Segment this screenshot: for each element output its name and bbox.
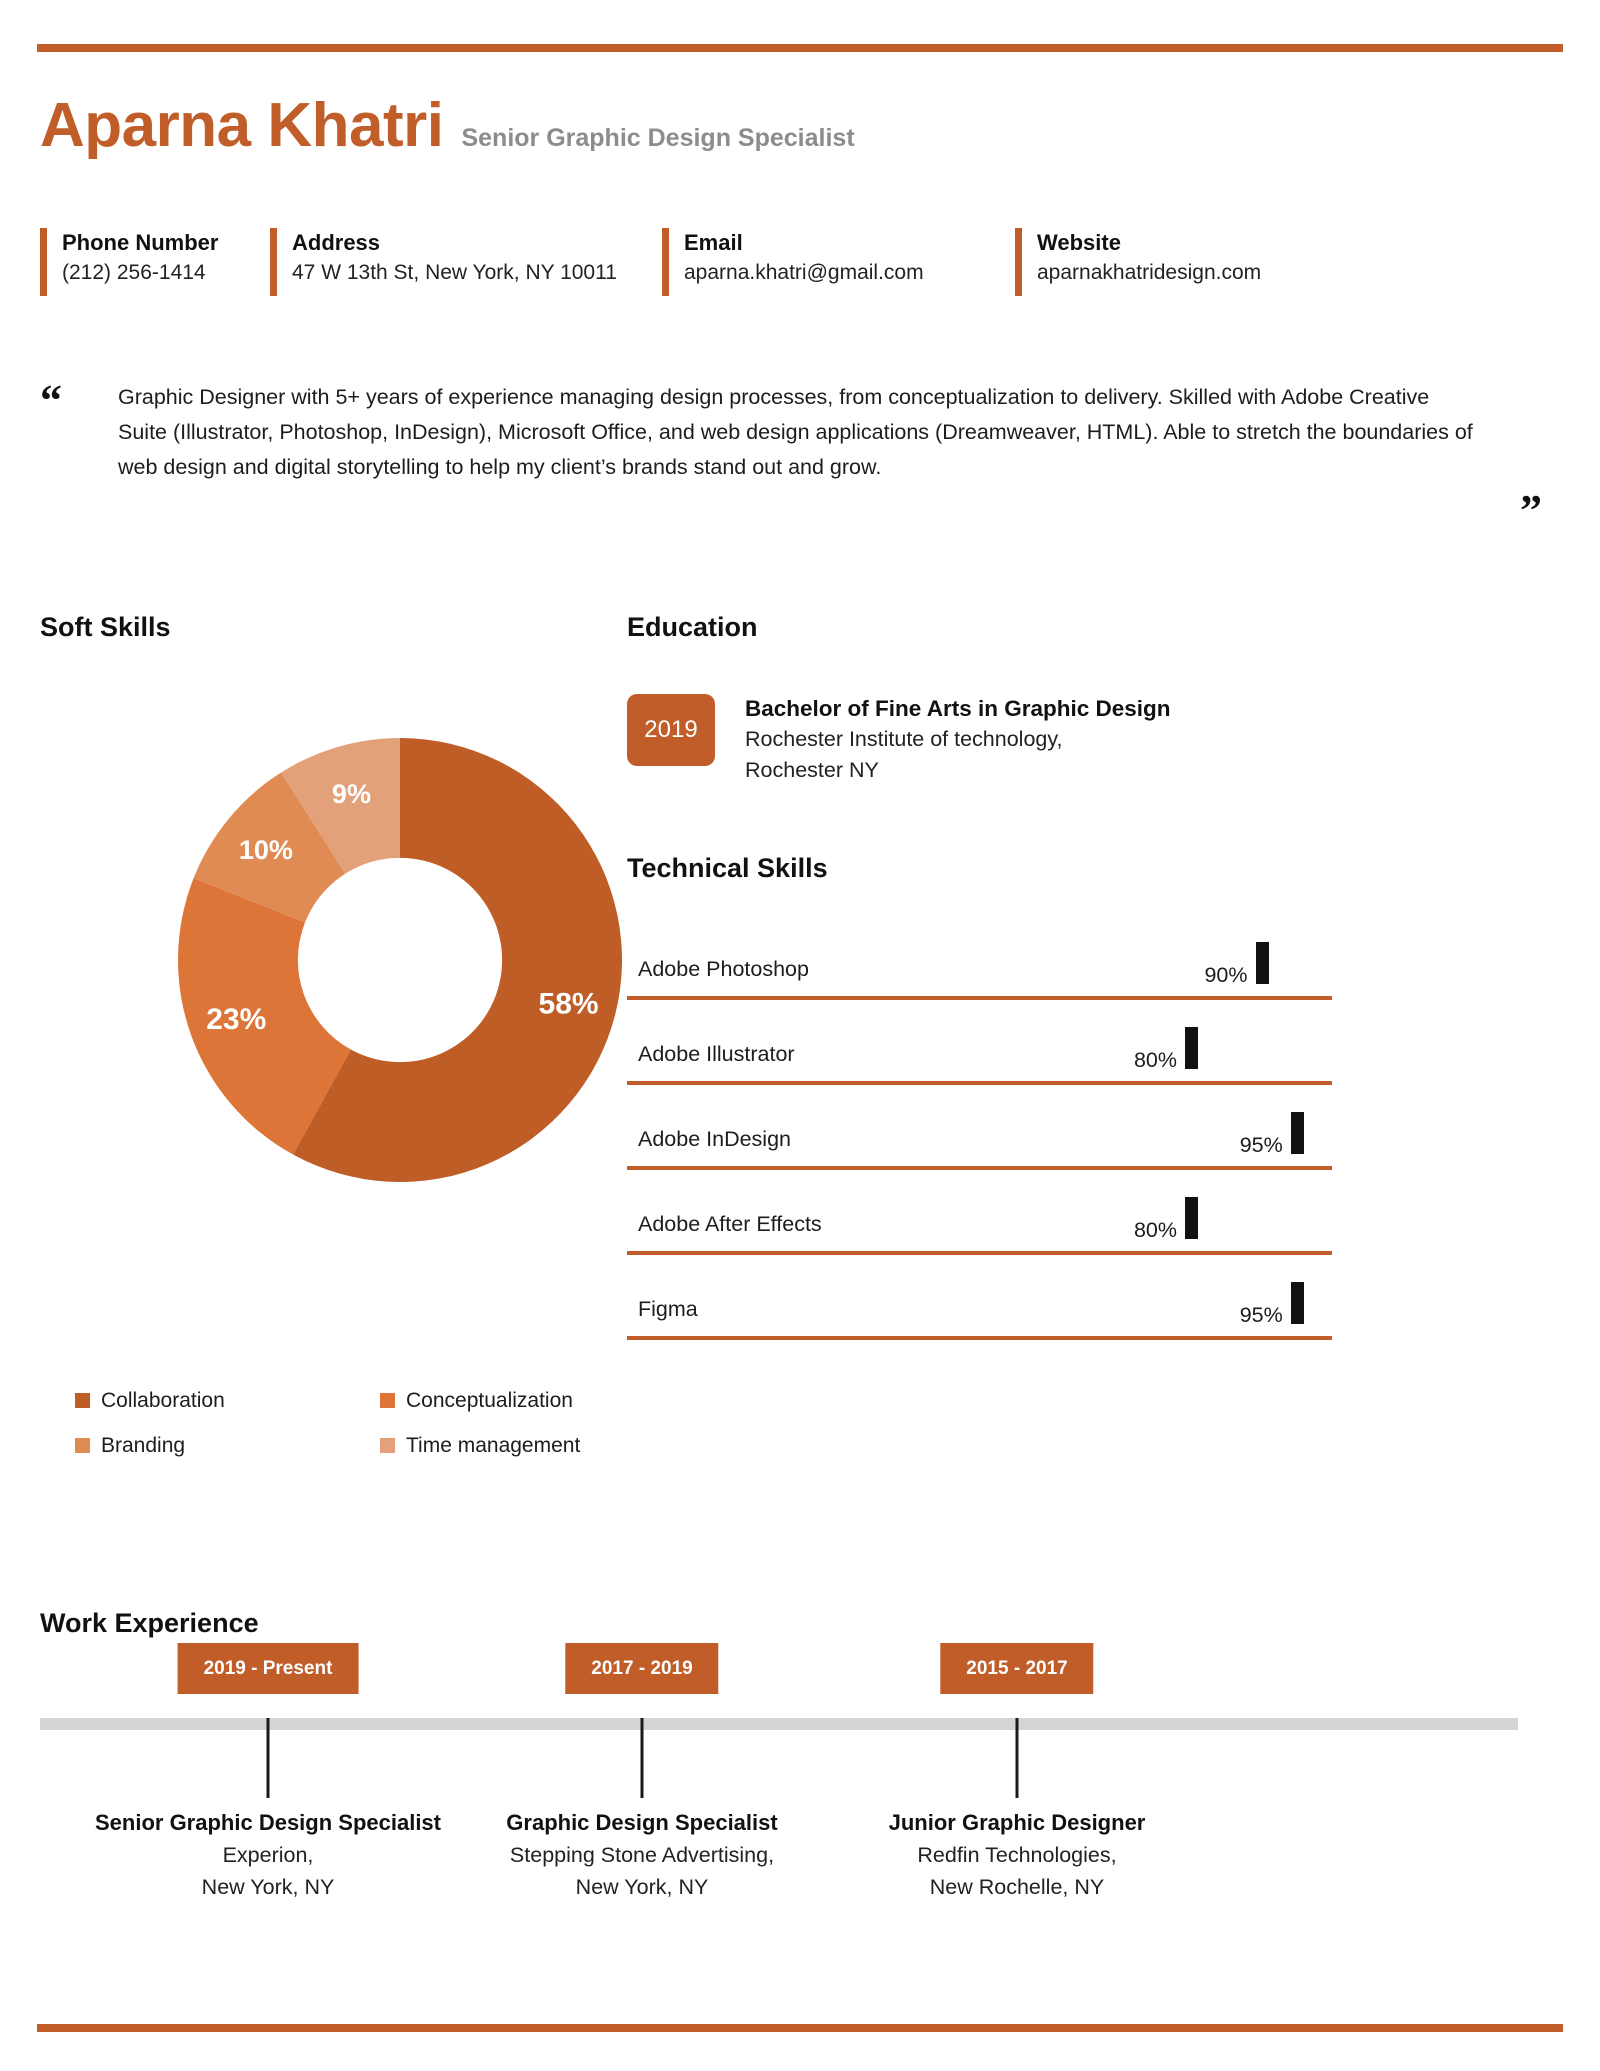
- legend-item: Time management: [380, 1435, 695, 1456]
- soft-skills-donut-chart: 58% 23% 10% 9%: [100, 730, 700, 1190]
- legend-swatch-icon: [380, 1438, 395, 1453]
- technical-skill-marker: [1185, 1197, 1198, 1239]
- legend-label: Branding: [101, 1434, 186, 1457]
- contact-item-address: Address 47 W 13th St, New York, NY 10011: [270, 228, 637, 296]
- technical-skills-title: Technical Skills: [627, 853, 828, 883]
- timeline-bar: [40, 1718, 1518, 1730]
- summary-text: Graphic Designer with 5+ years of experi…: [118, 385, 1473, 479]
- contact-item-website: Website aparnakhatridesign.com: [1015, 228, 1261, 296]
- education-school-line2: Rochester NY: [745, 757, 879, 782]
- technical-skill-name: Adobe Photoshop: [638, 956, 809, 981]
- candidate-name: Aparna Khatri: [40, 91, 444, 160]
- technical-skill-percent: 90%: [1204, 962, 1248, 987]
- legend-item: Branding: [75, 1435, 380, 1456]
- contact-label: Phone Number: [62, 230, 219, 255]
- timeline-role: Junior Graphic Designer: [888, 1810, 1146, 1835]
- technical-skill-row: Adobe After Effects 80%: [627, 1170, 1332, 1255]
- education-year-badge: 2019: [627, 694, 715, 766]
- contact-label: Website: [1037, 230, 1121, 255]
- education-title: Education: [627, 612, 758, 642]
- education-details: Bachelor of Fine Arts in Graphic Design …: [745, 694, 1171, 785]
- legend-label: Time management: [406, 1434, 581, 1457]
- timeline-tick: [266, 1718, 270, 1798]
- timeline-company-line2: New York, NY: [201, 1875, 335, 1900]
- donut-legend: Collaboration Conceptualization Branding Ti…: [75, 1390, 695, 1456]
- technical-skill-marker: [1255, 942, 1269, 984]
- legend-item: Collaboration: [75, 1390, 380, 1411]
- quote-close-icon: ”: [1520, 486, 1542, 535]
- technical-skill-marker: [1290, 1112, 1304, 1154]
- timeline-info: Senior Graphic Design Specialist Experion…: [95, 1806, 441, 1904]
- top-accent-rule: [37, 44, 1563, 52]
- education-item: 2019 Bachelor of Fine Arts in Graphic De…: [627, 694, 1171, 785]
- technical-skill-name: Adobe Illustrator: [638, 1041, 795, 1066]
- timeline-company-line1: Redfin Technologies,: [917, 1843, 1117, 1867]
- donut-slice-label: 10%: [239, 835, 293, 865]
- contact-value: (212) 256-1414: [62, 260, 206, 284]
- contact-value[interactable]: aparnakhatridesign.com: [1037, 258, 1261, 288]
- donut-slice-label: 9%: [332, 779, 371, 809]
- timeline-company-line2: New Rochelle, NY: [929, 1875, 1105, 1900]
- timeline-company-line2: New York, NY: [575, 1875, 709, 1900]
- timeline-period-badge: 2017 - 2019: [565, 1643, 719, 1694]
- technical-skill-track: [627, 1336, 1332, 1340]
- timeline-tick: [1015, 1718, 1019, 1798]
- legend-swatch-icon: [380, 1393, 395, 1408]
- candidate-role: Senior Graphic Design Specialist: [461, 124, 855, 152]
- technical-skill-name: Figma: [638, 1296, 698, 1321]
- contact-value: 47 W 13th St, New York, NY 10011: [292, 260, 617, 284]
- bottom-accent-rule: [37, 2024, 1563, 2032]
- legend-item: Conceptualization: [380, 1390, 695, 1411]
- timeline-period-badge: 2015 - 2017: [940, 1643, 1094, 1694]
- summary-block: “ Graphic Designer with 5+ years of expe…: [40, 376, 1560, 533]
- contact-label: Address: [292, 230, 381, 255]
- timeline-period-badge: 2019 - Present: [177, 1643, 359, 1694]
- contact-accent-bar: [1015, 228, 1022, 296]
- technical-skill-percent: 80%: [1133, 1217, 1177, 1242]
- legend-swatch-icon: [75, 1393, 90, 1408]
- technical-skill-marker: [1185, 1027, 1198, 1069]
- timeline-info: Junior Graphic Designer Redfin Technologi…: [889, 1806, 1146, 1904]
- technical-skill-marker: [1290, 1282, 1304, 1324]
- timeline-info: Graphic Design Specialist Stepping Stone …: [506, 1806, 777, 1904]
- contact-value[interactable]: aparna.khatri@gmail.com: [684, 258, 960, 288]
- technical-skill-row: Adobe InDesign 95%: [627, 1085, 1332, 1170]
- technical-skill-name: Adobe InDesign: [638, 1126, 791, 1151]
- contact-item-phone-number: Phone Number (212) 256-1414: [40, 228, 270, 296]
- quote-open-icon: “: [40, 376, 62, 425]
- contact-accent-bar: [662, 228, 669, 296]
- technical-skill-row: Adobe Photoshop 90%: [627, 915, 1332, 1000]
- technical-skill-row: Adobe Illustrator 80%: [627, 1000, 1332, 1085]
- contact-label: Email: [684, 230, 743, 255]
- education-degree: Bachelor of Fine Arts in Graphic Design: [745, 696, 1171, 721]
- timeline-tick: [640, 1718, 644, 1798]
- resume-header: Aparna Khatri Senior Graphic Design Spec…: [40, 95, 1560, 157]
- technical-skill-name: Adobe After Effects: [638, 1211, 822, 1236]
- technical-skill-row: Figma 95%: [627, 1255, 1332, 1340]
- technical-skill-percent: 80%: [1133, 1047, 1177, 1072]
- education-school-line1: Rochester Institute of technology,: [745, 727, 1063, 752]
- contact-accent-bar: [270, 228, 277, 296]
- timeline-company-line1: Stepping Stone Advertising,: [509, 1843, 775, 1867]
- donut-slice-label: 58%: [539, 987, 599, 1020]
- contact-item-email: Email aparna.khatri@gmail.com: [662, 228, 960, 296]
- legend-label: Conceptualization: [406, 1389, 573, 1412]
- technical-skill-percent: 95%: [1239, 1302, 1283, 1327]
- donut-svg: 58% 23% 10% 9%: [178, 738, 623, 1182]
- contact-bar: Phone Number (212) 256-1414 Address 47 W 13…: [40, 228, 1563, 296]
- resume-page: Aparna Khatri Senior Graphic Design Spec…: [0, 0, 1600, 2071]
- legend-swatch-icon: [75, 1438, 90, 1453]
- soft-skills-title: Soft Skills: [40, 612, 171, 642]
- work-experience-title: Work Experience: [40, 1608, 259, 1638]
- technical-skill-percent: 95%: [1239, 1132, 1283, 1157]
- contact-accent-bar: [40, 228, 47, 296]
- technical-skills-list: Adobe Photoshop 90% Adobe Illustrator 80% Ad…: [627, 915, 1332, 1340]
- timeline-company-line1: Experion,: [222, 1843, 314, 1867]
- legend-label: Collaboration: [101, 1389, 225, 1412]
- timeline-role: Senior Graphic Design Specialist: [95, 1810, 441, 1835]
- donut-slice-label: 23%: [206, 1003, 266, 1036]
- timeline-role: Graphic Design Specialist: [506, 1810, 778, 1835]
